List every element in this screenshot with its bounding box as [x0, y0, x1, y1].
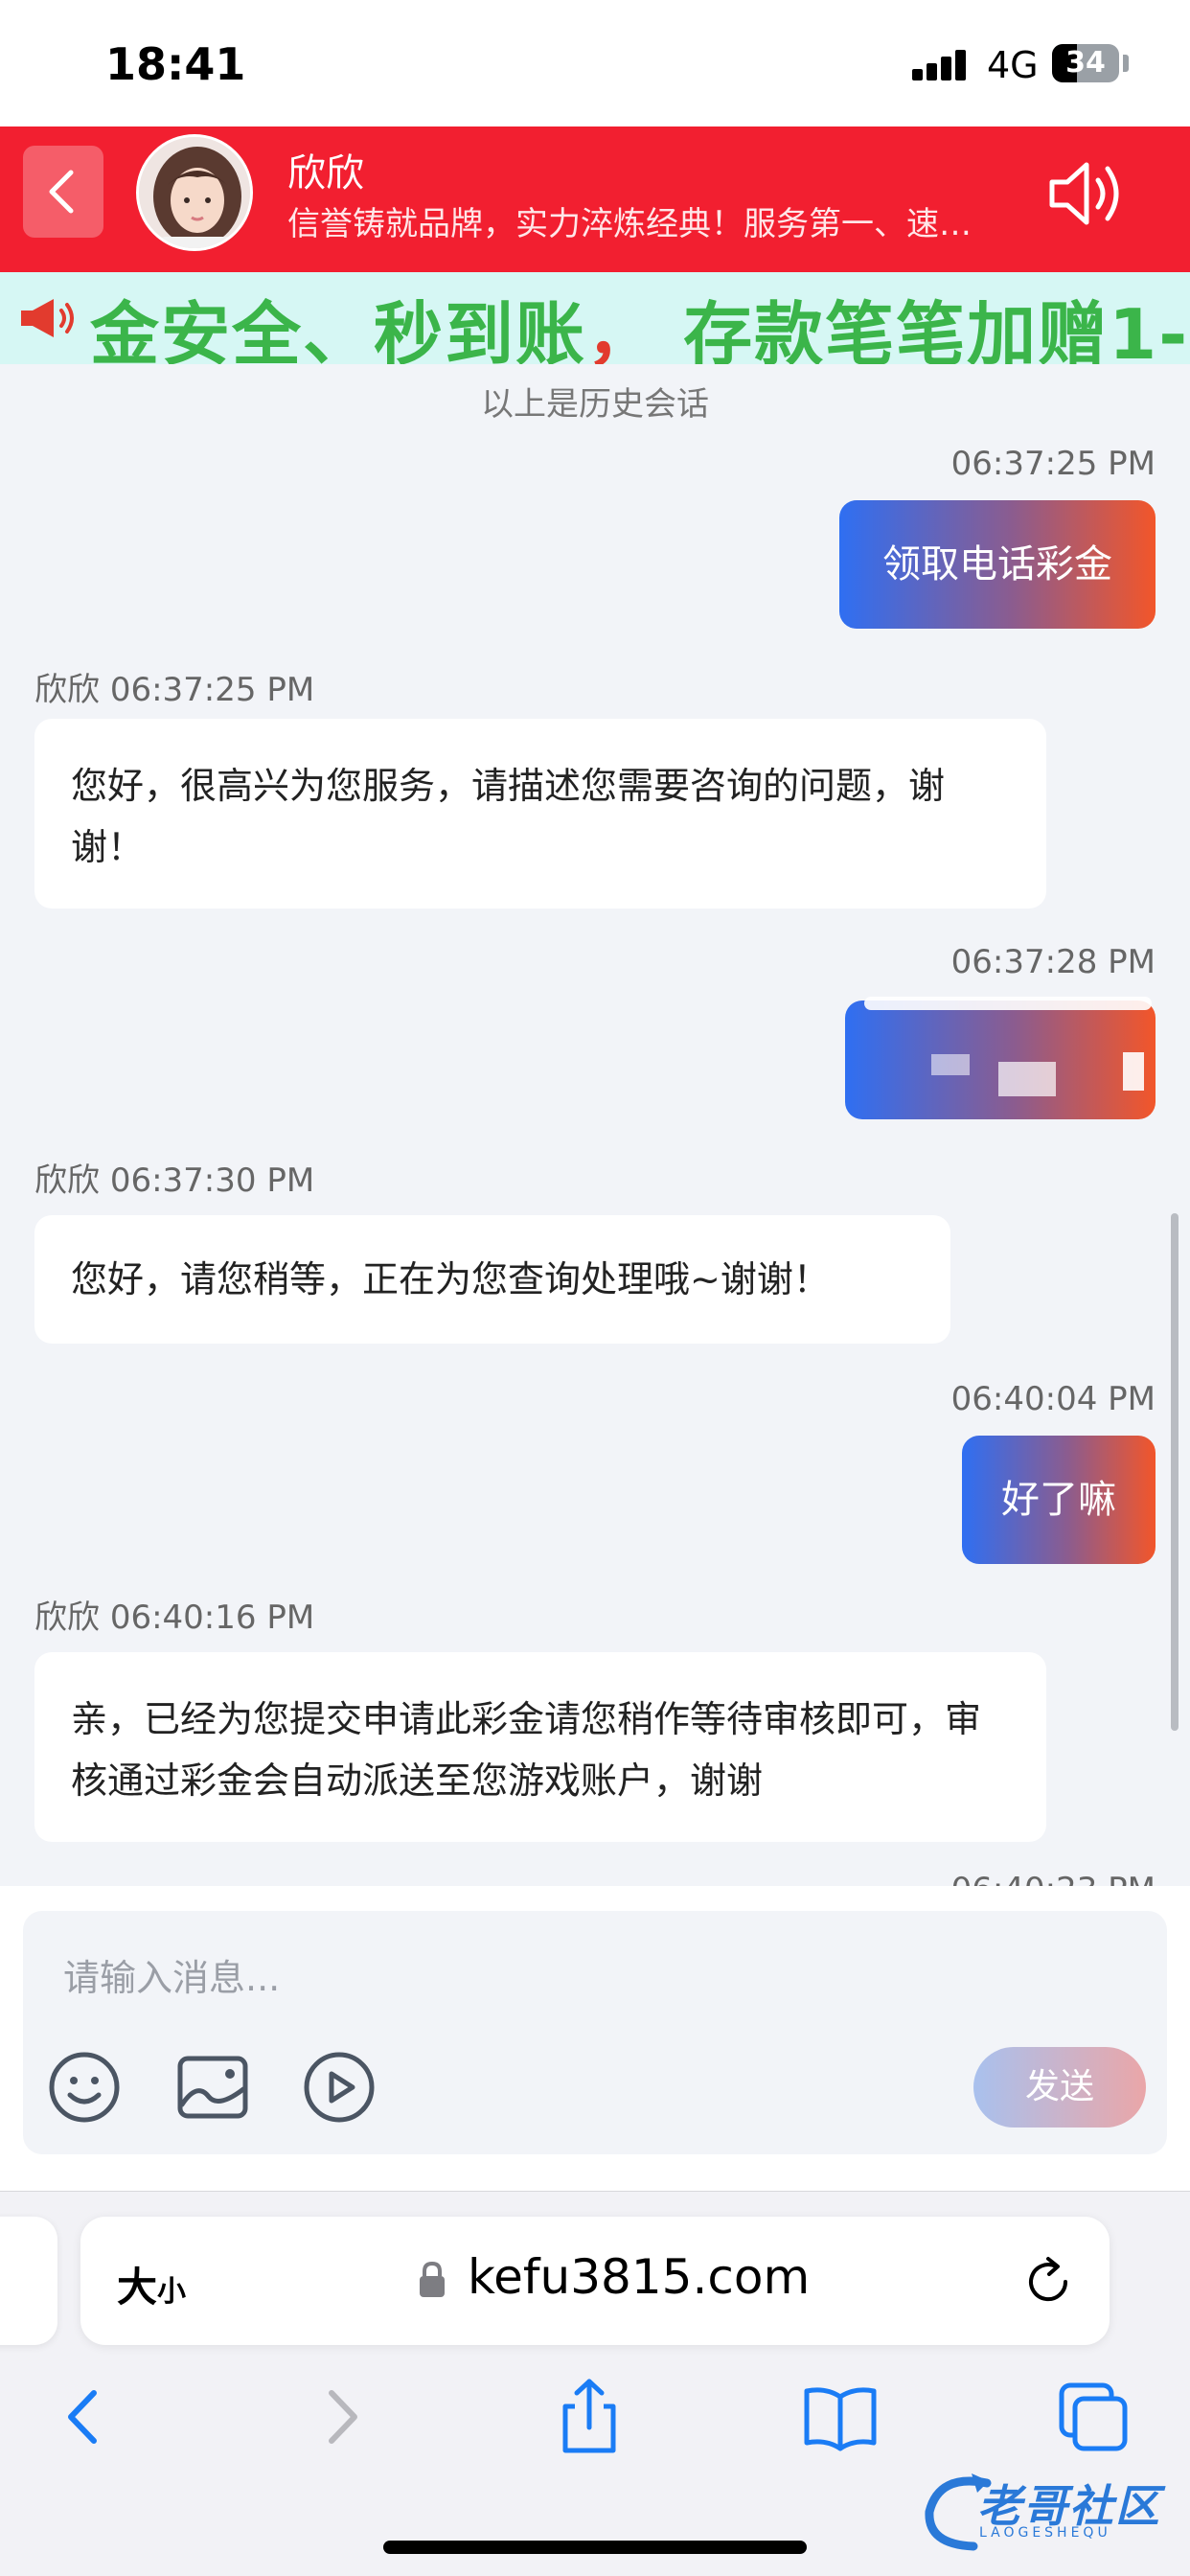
message-timestamp: 06:37:25 PM: [950, 445, 1156, 483]
message-timestamp: 06:37:30 PM: [109, 1162, 315, 1200]
message-timestamp: 06:37:28 PM: [950, 943, 1156, 981]
chevron-left-icon: [49, 170, 74, 214]
user-message-bubble-redacted[interactable]: [845, 1000, 1156, 1119]
share-button[interactable]: [546, 2374, 632, 2460]
chat-header: 欣欣 信誉铸就品牌，实力淬炼经典！服务第一、速…: [0, 126, 1190, 272]
back-button[interactable]: [23, 146, 103, 238]
agent-avatar[interactable]: [136, 134, 253, 251]
browser-toolbar: 大小 kefu3815.com 老哥社区 LAOGESHEQU: [0, 2191, 1190, 2576]
send-button[interactable]: 发送: [973, 2047, 1146, 2128]
agent-motto: 信誉铸就品牌，实力淬炼经典！服务第一、速…: [287, 205, 972, 243]
avatar-portrait: [139, 137, 250, 248]
message-timestamp: 06:40:16 PM: [109, 1598, 315, 1637]
message-list[interactable]: 以上是历史会话 06:37:25 PM 领取电话彩金 欣欣 06:37:25 P…: [0, 364, 1190, 1886]
image-icon: [177, 2056, 248, 2119]
agent-sender-name: 欣欣: [34, 1598, 100, 1637]
url-text: kefu3815.com: [468, 2249, 811, 2305]
message-composer: 发送: [0, 1886, 1190, 2191]
user-message-bubble[interactable]: 领取电话彩金: [839, 500, 1156, 629]
lock-icon: [420, 2261, 445, 2297]
play-video-icon: [304, 2052, 375, 2123]
marquee-part2: 存款笔笔加赠1-10: [683, 294, 1190, 364]
text-size-small: 小: [157, 2275, 187, 2309]
chevron-left-icon: [68, 2390, 97, 2444]
agent-message-meta: 欣欣 06:37:25 PM: [34, 663, 314, 710]
agent-sender-name: 欣欣: [34, 671, 100, 709]
tabs-button[interactable]: [1050, 2374, 1136, 2460]
watermark-subtext: LAOGESHEQU: [979, 2525, 1111, 2541]
bookmarks-button[interactable]: [797, 2374, 883, 2460]
emoji-button[interactable]: [46, 2049, 123, 2126]
home-indicator[interactable]: [383, 2541, 807, 2554]
image-button[interactable]: [174, 2049, 251, 2126]
agent-message-bubble[interactable]: 您好，请您稍等，正在为您查询处理哦~谢谢！: [34, 1215, 950, 1344]
battery-level: 34: [1065, 46, 1106, 80]
announcement-marquee: 金安全、秒到账， 存款笔笔加赠1-10: [0, 272, 1190, 364]
redaction-mask: [1123, 1052, 1144, 1091]
video-button[interactable]: [301, 2049, 378, 2126]
battery-icon: 34: [1052, 44, 1119, 82]
agent-message-meta: 欣欣 06:37:30 PM: [34, 1154, 314, 1201]
status-time: 18:41: [105, 38, 246, 90]
agent-name: 欣欣: [287, 151, 364, 196]
address-bar[interactable]: 大小 kefu3815.com: [80, 2217, 1110, 2345]
history-note: 以上是历史会话: [481, 385, 709, 424]
speaker-toggle-button[interactable]: [1044, 155, 1131, 232]
marquee-part1: 金安全、秒到账: [90, 294, 587, 364]
agent-message-meta: 欣欣 06:40:16 PM: [34, 1591, 314, 1638]
agent-message-bubble[interactable]: 您好，很高兴为您服务，请描述您需要咨询的问题，谢谢！: [34, 719, 1046, 908]
tabs-icon: [1059, 2382, 1128, 2451]
text-size-large: 大: [117, 2264, 158, 2311]
cellular-signal-icon: [912, 50, 966, 80]
redaction-mask: [864, 997, 1152, 1010]
marquee-text: 金安全、秒到账， 存款笔笔加赠1-10: [90, 278, 1190, 364]
message-input[interactable]: [63, 1940, 1117, 2016]
share-icon: [562, 2379, 616, 2453]
message-timestamp: 06:37:25 PM: [109, 671, 315, 709]
redaction-mask: [931, 1054, 970, 1075]
emoji-icon: [49, 2052, 120, 2123]
reload-icon[interactable]: [1019, 2253, 1077, 2311]
marquee-comma: ，: [586, 294, 658, 364]
text-size-button[interactable]: 大小: [117, 2255, 186, 2313]
watermark-logo: 老哥社区 LAOGESHEQU: [920, 2464, 1179, 2569]
battery-tip: [1123, 55, 1129, 72]
speaker-icon: [1049, 162, 1119, 225]
user-message-bubble[interactable]: 好了嘛: [962, 1436, 1156, 1564]
composer-box: 发送: [23, 1911, 1167, 2154]
message-timestamp: 06:40:04 PM: [950, 1380, 1156, 1418]
network-type: 4G: [987, 44, 1039, 86]
message-scrollbar[interactable]: [1171, 1213, 1179, 1731]
status-bar: 18:41 4G 34: [0, 0, 1190, 126]
browser-forward-button[interactable]: [297, 2374, 383, 2460]
agent-sender-name: 欣欣: [34, 1162, 100, 1200]
redaction-mask: [998, 1062, 1056, 1096]
browser-back-button[interactable]: [42, 2374, 128, 2460]
megaphone-icon: [21, 299, 74, 337]
partial-timestamp: 06:40:23 PM: [951, 1871, 1156, 1886]
agent-message-bubble[interactable]: 亲，已经为您提交申请此彩金请您稍作等待审核即可，审核通过彩金会自动派送至您游戏账…: [34, 1652, 1046, 1842]
book-icon: [804, 2387, 877, 2451]
previous-tab-preview[interactable]: [0, 2217, 57, 2345]
chevron-right-icon: [329, 2390, 357, 2444]
